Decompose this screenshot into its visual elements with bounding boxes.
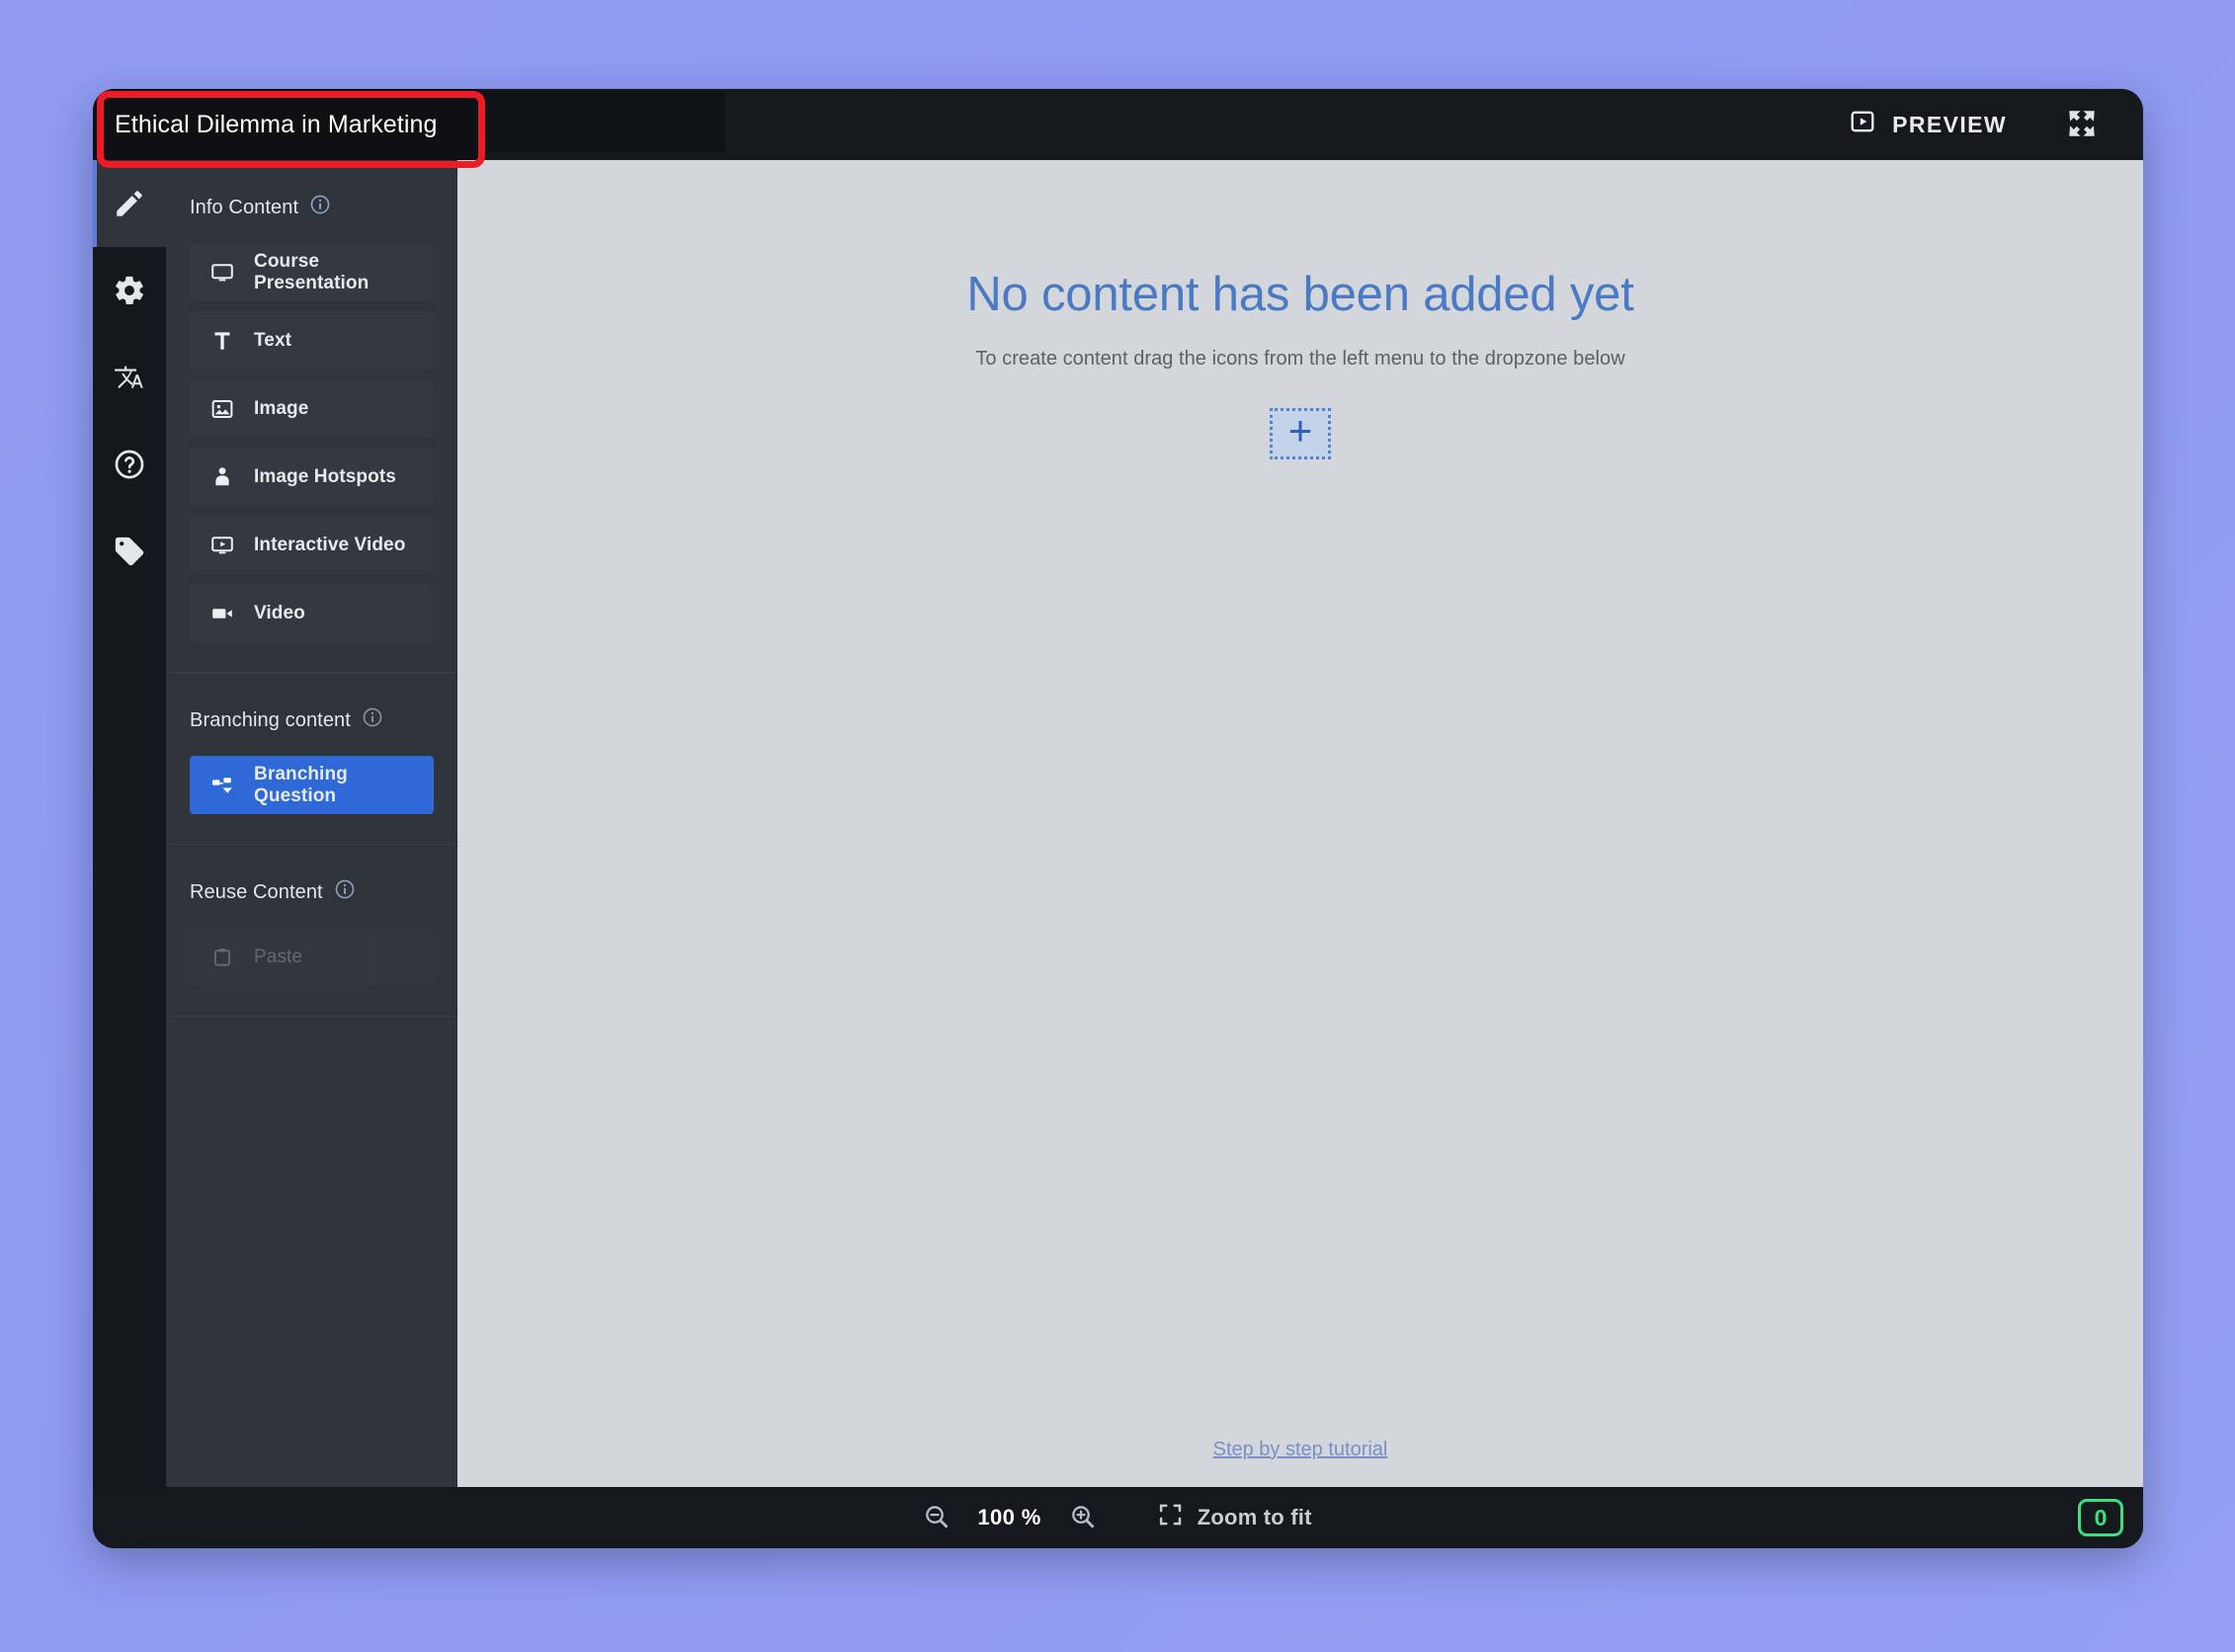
library-item-label: Image (254, 397, 309, 419)
gear-icon (113, 274, 146, 307)
sidebar-empty-space (166, 1017, 457, 1487)
branching-content-list: Branching Question (166, 756, 457, 844)
section-header-info-content: Info Content (166, 160, 457, 243)
zoom-level-value: 100 % (977, 1505, 1041, 1529)
library-item-text[interactable]: Text (190, 311, 434, 370)
header-actions: PREVIEW (1828, 89, 2143, 160)
paste-button[interactable]: Paste (190, 928, 434, 986)
library-item-label: Image Hotspots (254, 465, 396, 487)
canvas-empty-subtitle: To create content drag the icons from th… (975, 348, 1625, 370)
zoom-to-fit-label: Zoom to fit (1197, 1505, 1312, 1529)
canvas-empty-title: No content has been added yet (966, 268, 1634, 321)
pencil-icon (113, 187, 146, 220)
dropzone[interactable]: + (1270, 408, 1331, 459)
branching-icon (209, 774, 235, 797)
zoom-controls: 100 % Zoom to fit (908, 1494, 1327, 1541)
presentation-icon (209, 261, 235, 285)
section-title-label: Reuse Content (190, 880, 323, 903)
rail-item-edit[interactable] (93, 160, 166, 247)
question-circle-icon (113, 448, 146, 481)
zoom-in-icon (1069, 1503, 1097, 1533)
footer-bar: 100 % Zoom to fit 0 (93, 1487, 2143, 1548)
library-item-image[interactable]: Image (190, 379, 434, 438)
section-header-reuse-content: Reuse Content (166, 845, 457, 928)
library-item-branching-question[interactable]: Branching Question (190, 756, 434, 814)
preview-button-label: PREVIEW (1892, 111, 2007, 137)
library-item-course-presentation[interactable]: Course Presentation (190, 243, 434, 301)
library-item-label: Interactive Video (254, 534, 406, 555)
rail-item-settings[interactable] (93, 247, 166, 334)
fullscreen-expand-icon (2065, 107, 2099, 143)
info-circle-icon[interactable] (309, 194, 331, 221)
clipboard-paste-icon (209, 947, 235, 968)
section-header-branching-content: Branching content (166, 673, 457, 756)
info-circle-icon[interactable] (362, 706, 383, 734)
library-item-label: Course Presentation (254, 250, 370, 293)
add-content-plus-icon: + (1287, 407, 1313, 454)
text-t-icon (209, 329, 235, 353)
preview-button[interactable]: PREVIEW (1828, 99, 2028, 150)
interactive-video-icon (209, 534, 235, 557)
paste-button-label: Paste (254, 946, 303, 967)
content-title-input[interactable] (93, 89, 480, 160)
zoom-out-button[interactable] (908, 1495, 963, 1541)
header-bar: PREVIEW (93, 89, 2143, 160)
section-branching-content: Branching content Branching Question (166, 673, 457, 844)
application-window: PREVIEW (93, 89, 2143, 1548)
section-reuse-content: Reuse Content Paste (166, 845, 457, 1016)
zoom-in-button[interactable] (1055, 1495, 1111, 1541)
rail-item-metadata[interactable] (93, 508, 166, 595)
section-info-content: Info Content Course Presentation Text Im… (166, 160, 457, 672)
fit-frame-icon (1158, 1502, 1184, 1533)
reuse-content-list: Paste (166, 928, 457, 1016)
zoom-to-fit-button[interactable]: Zoom to fit (1142, 1494, 1328, 1541)
video-camera-icon (209, 602, 235, 625)
library-item-interactive-video[interactable]: Interactive Video (190, 516, 434, 574)
image-icon (209, 397, 235, 421)
play-box-icon (1850, 109, 1875, 140)
library-item-label: Branching Question (254, 763, 348, 806)
left-icon-rail (93, 160, 166, 1487)
info-circle-icon[interactable] (334, 878, 356, 906)
library-item-image-hotspots[interactable]: Image Hotspots (190, 448, 434, 506)
header-secondary-field[interactable] (480, 91, 725, 152)
header-spacer (725, 89, 1828, 160)
content-sidebar: Info Content Course Presentation Text Im… (166, 160, 457, 1487)
hotspot-pin-icon (209, 465, 235, 489)
editor-body: Info Content Course Presentation Text Im… (93, 160, 2143, 1487)
library-item-video[interactable]: Video (190, 584, 434, 642)
section-title-label: Branching content (190, 708, 351, 731)
info-content-list: Course Presentation Text Image Image Hot… (166, 243, 457, 672)
step-by-step-tutorial-link[interactable]: Step by step tutorial (1213, 1439, 1388, 1461)
rail-item-translations[interactable] (93, 334, 166, 421)
editor-canvas[interactable]: No content has been added yet To create … (457, 160, 2143, 1487)
library-item-label: Video (254, 602, 305, 623)
zoom-out-icon (922, 1503, 950, 1533)
fullscreen-button[interactable] (2050, 93, 2113, 156)
translate-icon (113, 361, 146, 394)
node-counter-badge: 0 (2078, 1499, 2123, 1536)
rail-item-help[interactable] (93, 421, 166, 508)
section-title-label: Info Content (190, 196, 299, 218)
library-item-label: Text (254, 329, 292, 351)
tag-icon (113, 535, 146, 568)
